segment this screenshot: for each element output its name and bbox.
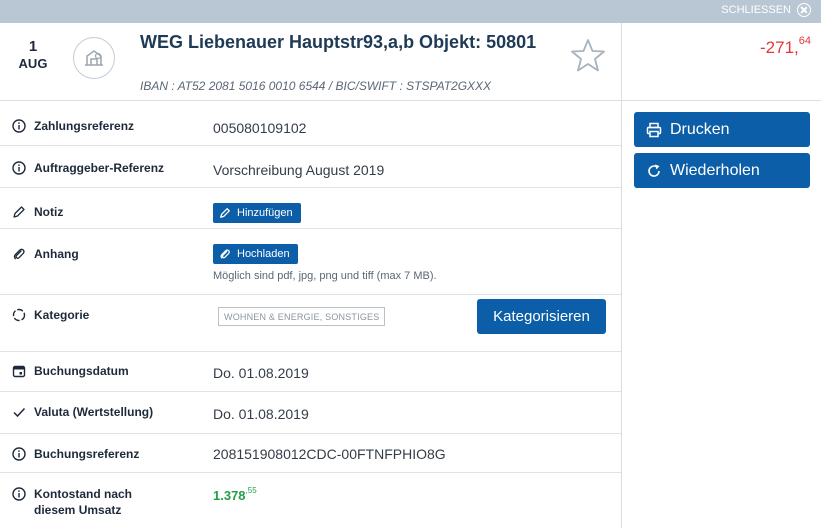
top-bar: SCHLIESSEN [0, 0, 821, 23]
merchant-house-icon [73, 37, 115, 79]
info-icon [12, 487, 26, 501]
print-label: Drucken [670, 120, 730, 138]
upload-button[interactable]: Hochladen [213, 244, 298, 264]
add-note-label: Hinzufügen [237, 207, 293, 219]
close-button[interactable]: SCHLIESSEN [721, 3, 811, 17]
date-day: 1 [28, 38, 38, 55]
row-note: Notiz Hinzufügen [0, 188, 621, 229]
row-client-reference: Auftraggeber-Referenz Vorschreibung Augu… [0, 146, 621, 188]
paperclip-icon [13, 248, 25, 260]
info-icon [12, 161, 26, 175]
repeat-icon [648, 164, 660, 177]
category-ring-icon [12, 308, 26, 322]
upload-label: Hochladen [237, 248, 290, 260]
transaction-header: 1 AUG WEG Liebenauer Hauptstr93,a,b Obje… [0, 23, 821, 101]
row-category: Kategorie WOHNEN & ENERGIE, SONSTIGES Ka… [0, 295, 621, 352]
client-reference-label: Auftraggeber-Referenz [34, 161, 165, 175]
details-list: Zahlungsreferenz 005080109102 Auftraggeb… [0, 103, 621, 528]
category-label: Kategorie [34, 308, 90, 322]
transaction-title: WEG Liebenauer Hauptstr93,a,b Objekt: 50… [140, 32, 537, 52]
balance-label-line2: diesem Umsatz [34, 503, 122, 517]
calendar-icon [12, 365, 26, 378]
amount-main: -271, [760, 38, 799, 57]
row-booking-reference: Buchungsreferenz 208151908012CDC-00FTNFP… [0, 434, 621, 473]
categorize-button[interactable]: Kategorisieren [477, 299, 606, 334]
star-icon[interactable] [568, 36, 608, 76]
row-booking-date: Buchungsdatum Do. 01.08.2019 [0, 352, 621, 392]
client-reference-value: Vorschreibung August 2019 [213, 162, 385, 178]
close-label: SCHLIESSEN [721, 4, 791, 16]
action-panel: Drucken Wiederholen [634, 112, 810, 194]
repeat-label: Wiederholen [670, 161, 760, 179]
booking-reference-label: Buchungsreferenz [34, 447, 140, 461]
paperclip-icon [220, 249, 230, 259]
printer-icon [646, 122, 662, 137]
attachment-label: Anhang [34, 247, 79, 261]
date-month: AUG [18, 56, 48, 71]
value-date-label: Valuta (Wertstellung) [34, 405, 154, 419]
column-divider [621, 23, 622, 528]
row-payment-reference: Zahlungsreferenz 005080109102 [0, 103, 621, 146]
add-note-button[interactable]: Hinzufügen [213, 203, 301, 223]
pencil-icon [220, 208, 230, 218]
row-attachment: Anhang Hochladen Möglich sind pdf, jpg, … [0, 229, 621, 295]
balance-value: 1.378,55 [213, 486, 257, 503]
repeat-button[interactable]: Wiederholen [634, 153, 810, 188]
payment-reference-label: Zahlungsreferenz [34, 119, 135, 133]
upload-hint: Möglich sind pdf, jpg, png und tiff (max… [213, 270, 437, 282]
category-tag: WOHNEN & ENERGIE, SONSTIGES [218, 307, 386, 326]
close-icon [797, 3, 811, 17]
balance-label: Kontostand nach diesem Umsatz [34, 486, 132, 518]
iban-line: IBAN : AT52 2081 5016 0010 6544 / BIC/SW… [140, 79, 492, 93]
booking-reference-value: 208151908012CDC-00FTNFPHIO8G [213, 446, 446, 462]
row-value-date: Valuta (Wertstellung) Do. 01.08.2019 [0, 392, 621, 434]
balance-cents: ,55 [245, 486, 257, 495]
note-label: Notiz [34, 205, 64, 219]
print-button[interactable]: Drucken [634, 112, 810, 147]
pencil-icon [13, 206, 25, 218]
balance-main: 1.378 [213, 488, 246, 503]
transaction-date: 1 AUG [10, 38, 56, 71]
payment-reference-value: 005080109102 [213, 120, 307, 136]
checkmark-icon [13, 407, 26, 418]
transaction-amount: -271,64 [760, 35, 811, 58]
info-icon [12, 119, 26, 133]
info-icon [12, 447, 26, 461]
booking-date-label: Buchungsdatum [34, 364, 129, 378]
row-balance: Kontostand nach diesem Umsatz 1.378,55 [0, 473, 621, 528]
booking-date-value: Do. 01.08.2019 [213, 365, 309, 381]
value-date-value: Do. 01.08.2019 [213, 406, 309, 422]
amount-cents: 64 [798, 35, 811, 47]
balance-label-line1: Kontostand nach [34, 487, 132, 501]
